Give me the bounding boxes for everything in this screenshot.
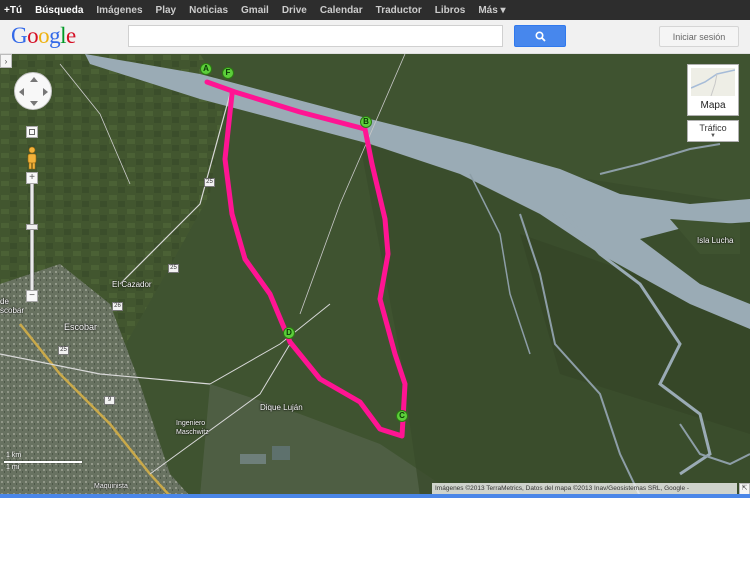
logo-letter: o bbox=[38, 23, 50, 48]
map-thumbnail bbox=[690, 68, 736, 97]
road-shield-26: 26 bbox=[112, 302, 123, 311]
logo-letter: g bbox=[49, 23, 61, 48]
pegman-icon[interactable] bbox=[25, 146, 39, 170]
nav-link-search[interactable]: Búsqueda bbox=[35, 5, 83, 16]
top-navigation-bar: +Tú Búsqueda Imágenes Play Noticias Gmai… bbox=[0, 0, 750, 20]
place-label-dique-lujan: Dique Luján bbox=[260, 403, 303, 412]
logo-letter: G bbox=[11, 23, 28, 48]
pan-right-icon[interactable] bbox=[43, 88, 48, 96]
pan-control[interactable] bbox=[14, 72, 52, 110]
nav-link-books[interactable]: Libros bbox=[435, 5, 466, 16]
place-label-maschwitz: Maschwitz bbox=[176, 429, 209, 436]
nav-link-news[interactable]: Noticias bbox=[189, 5, 228, 16]
place-label-escobar: Escobar bbox=[64, 322, 98, 332]
route-marker-f[interactable]: F bbox=[222, 67, 234, 79]
pan-up-icon[interactable] bbox=[30, 77, 38, 82]
map-scale: 1 km 1 mi bbox=[4, 452, 84, 474]
zoom-box-button[interactable] bbox=[26, 126, 38, 138]
route-marker-c[interactable]: C bbox=[396, 410, 408, 422]
route-marker-a[interactable]: A bbox=[200, 63, 212, 75]
logo-letter: o bbox=[27, 23, 39, 48]
map-type-button[interactable]: Mapa bbox=[687, 64, 739, 116]
zoom-in-button[interactable]: + bbox=[26, 172, 38, 184]
square-icon bbox=[29, 129, 35, 135]
scale-label-mi: 1 mi bbox=[6, 464, 20, 471]
chevron-right-icon: › bbox=[4, 56, 8, 66]
caret-down-icon: ▼ bbox=[710, 133, 716, 139]
satellite-imagery bbox=[0, 54, 750, 496]
minus-icon: − bbox=[29, 290, 35, 301]
plus-icon: + bbox=[29, 172, 35, 183]
pan-down-icon[interactable] bbox=[30, 101, 38, 106]
search-button[interactable] bbox=[514, 25, 566, 47]
search-icon bbox=[534, 30, 546, 42]
signin-button[interactable]: Iniciar sesión bbox=[659, 26, 739, 47]
place-label-el-cazador: El Cazador bbox=[112, 280, 152, 289]
nav-link-images[interactable]: Imágenes bbox=[96, 5, 142, 16]
route-marker-b[interactable]: B bbox=[360, 116, 372, 128]
search-header: Google Iniciar sesión bbox=[0, 20, 750, 54]
scale-bar bbox=[4, 461, 82, 463]
road-shield-25a: 25 bbox=[204, 178, 215, 187]
road-shield-25b: 25 bbox=[168, 264, 179, 273]
search-input[interactable] bbox=[128, 25, 503, 47]
nav-link-gmail[interactable]: Gmail bbox=[241, 5, 269, 16]
nav-link-plus[interactable]: +Tú bbox=[4, 5, 22, 16]
road-shield-25c: 25 bbox=[58, 346, 69, 355]
map-thumbnail-icon bbox=[690, 69, 736, 97]
scale-label-km: 1 km bbox=[6, 452, 22, 459]
map-type-label: Mapa bbox=[700, 100, 726, 111]
logo-letter: e bbox=[66, 23, 76, 48]
place-label-maquinista: Maquinista bbox=[94, 483, 128, 490]
place-label-ingeniero: Ingeniero bbox=[176, 420, 206, 427]
side-panel-toggle-button[interactable]: › bbox=[0, 54, 12, 68]
bottom-accent-bar bbox=[0, 494, 750, 498]
zoom-slider-track[interactable] bbox=[30, 184, 34, 294]
nav-link-calendar[interactable]: Calendar bbox=[320, 5, 363, 16]
traffic-button[interactable]: Tráfico ▼ bbox=[687, 120, 739, 142]
traffic-label: Tráfico bbox=[699, 123, 727, 133]
nav-link-more[interactable]: Más ▾ bbox=[478, 5, 505, 16]
zoom-slider-handle[interactable] bbox=[26, 224, 38, 230]
nav-link-translate[interactable]: Traductor bbox=[376, 5, 422, 16]
google-logo[interactable]: Google bbox=[11, 23, 76, 49]
zoom-out-button[interactable]: − bbox=[26, 290, 38, 302]
place-label-loma-verde: de scobar bbox=[0, 297, 25, 315]
pan-left-icon[interactable] bbox=[19, 88, 24, 96]
nav-link-drive[interactable]: Drive bbox=[282, 5, 307, 16]
route-marker-d[interactable]: D bbox=[283, 327, 295, 339]
nav-link-play[interactable]: Play bbox=[156, 5, 177, 16]
place-label-isla-lucha: Isla Lucha bbox=[697, 236, 734, 245]
map-canvas[interactable]: › + − Mapa Tráfico ▼ El Cazador Escobar … bbox=[0, 54, 750, 496]
road-shield-9: 9 bbox=[104, 396, 115, 405]
